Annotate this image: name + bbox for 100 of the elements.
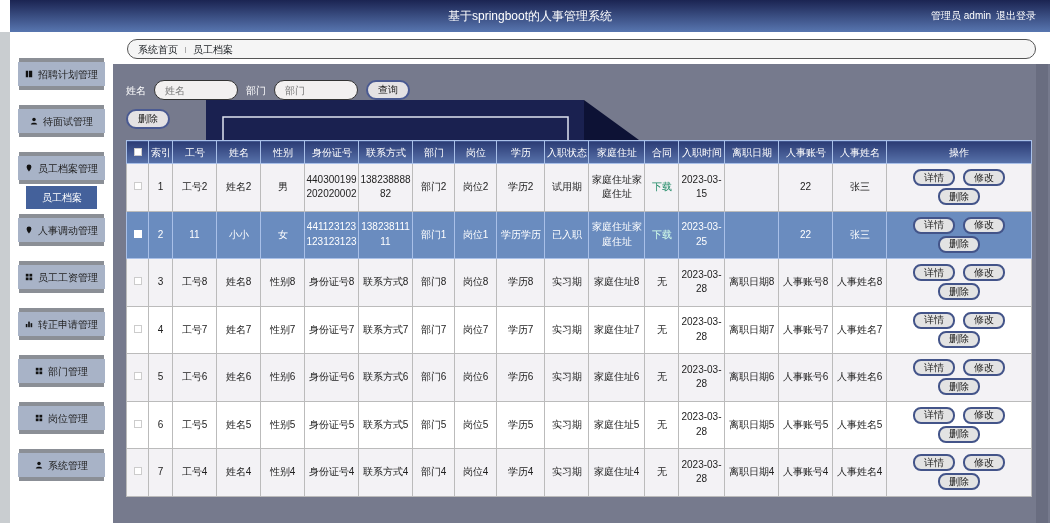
action-button[interactable]: 修改 <box>963 264 1005 282</box>
delete-button[interactable]: 删除 <box>126 109 170 129</box>
table-cell: 性别4 <box>269 466 296 477</box>
table-cell: 11 <box>189 228 200 240</box>
table-cell: 实习期 <box>551 323 582 335</box>
action-button[interactable]: 修改 <box>963 359 1005 377</box>
table-cell: 岗位8 <box>462 276 489 287</box>
action-button[interactable]: 修改 <box>963 311 1005 329</box>
row-checkbox[interactable] <box>133 419 142 428</box>
input-field[interactable]: 部门 <box>274 80 358 100</box>
action-button[interactable]: 详情 <box>913 311 955 329</box>
action-button[interactable]: 删除 <box>938 330 980 348</box>
action-button[interactable]: 删除 <box>938 378 980 396</box>
table-cell: 小小 <box>228 228 249 240</box>
row-checkbox[interactable] <box>133 324 142 333</box>
submenu-item[interactable]: 员工档案 <box>26 186 97 209</box>
row-checkbox[interactable] <box>133 277 142 285</box>
user-label: 管理员 admin <box>931 9 991 23</box>
action-button[interactable]: 详情 <box>913 264 955 282</box>
table-cell: 2023-03-15 <box>681 173 722 200</box>
table-cell: 联系方式7 <box>362 323 409 335</box>
table-cell: 女 <box>277 228 288 240</box>
table-cell: 人事姓名4 <box>836 466 883 477</box>
table-cell: 姓名6 <box>225 371 252 382</box>
table-cell: 部门2 <box>420 181 447 192</box>
table-cell: 1 <box>157 181 164 192</box>
table-cell: 13823888882 <box>360 173 411 200</box>
input-field[interactable]: 姓名 <box>154 80 238 100</box>
table-cell: 6 <box>157 418 164 430</box>
table-cell: 岗位6 <box>462 371 489 382</box>
row-checkbox[interactable] <box>133 182 142 190</box>
action-button[interactable]: 详情 <box>913 169 955 187</box>
action-button[interactable]: 修改 <box>963 216 1005 234</box>
action-button[interactable]: 删除 <box>938 235 980 253</box>
table-cell: 性别6 <box>269 371 296 382</box>
grid-icon <box>25 273 33 281</box>
action-button[interactable]: 修改 <box>963 169 1005 187</box>
search-button[interactable]: 查询 <box>366 80 410 100</box>
action-button[interactable]: 删除 <box>938 425 980 443</box>
table-cell: 工号5 <box>181 418 208 430</box>
action-button[interactable]: 修改 <box>963 406 1005 424</box>
table-cell: 姓名5 <box>225 418 252 430</box>
table-cell: 人事账号7 <box>782 323 829 335</box>
column-header: 部门 <box>423 146 444 158</box>
table-cell: 2023-03-28 <box>681 316 722 342</box>
table-cell: 部门6 <box>420 371 447 382</box>
table-cell: 学历学历 <box>500 228 541 240</box>
breadcrumb-link[interactable]: 员工档案 <box>193 41 233 57</box>
table-cell: 家庭住址6 <box>593 371 640 382</box>
table-cell: 张三 <box>849 181 870 192</box>
breadcrumb-link[interactable]: 系统首页 <box>138 41 178 57</box>
logout-link[interactable]: 退出登录 <box>996 8 1036 23</box>
action-button[interactable]: 删除 <box>938 188 980 206</box>
table-cell: 2023-03-28 <box>681 458 722 485</box>
table-cell: 学历6 <box>507 371 534 382</box>
table-cell: 2023-03-28 <box>681 411 722 437</box>
table-cell: 家庭住址4 <box>593 466 640 477</box>
download-link[interactable]: 下载 <box>651 181 672 192</box>
table-cell: 实习期 <box>551 371 582 382</box>
action-button[interactable]: 详情 <box>913 454 955 472</box>
field-label: 姓名 <box>126 83 146 98</box>
scrollbar[interactable] <box>1036 64 1048 523</box>
table-cell: 2023-03-28 <box>681 363 722 390</box>
table-cell: 工号4 <box>181 466 208 477</box>
action-button[interactable]: 详情 <box>913 216 955 234</box>
table-cell: 试用期 <box>551 181 582 192</box>
table-cell: 人事姓名7 <box>836 323 883 335</box>
table-cell: 岗位1 <box>462 228 489 240</box>
table-cell: 人事姓名5 <box>836 418 883 430</box>
select-all-checkbox[interactable] <box>133 147 142 156</box>
table-cell: 无 <box>656 466 667 477</box>
table-cell: 家庭住址5 <box>593 418 640 430</box>
table-cell: 2023-03-28 <box>681 268 722 295</box>
action-button[interactable]: 详情 <box>913 406 955 424</box>
column-header: 家庭住址 <box>596 146 637 158</box>
table-cell: 实习期 <box>551 276 582 287</box>
action-button[interactable]: 修改 <box>963 454 1005 472</box>
column-header: 学历 <box>510 146 531 158</box>
table-cell: 22 <box>799 181 812 192</box>
row-checkbox[interactable] <box>133 467 142 475</box>
table-cell: 学历8 <box>507 276 534 287</box>
table-cell: 部门7 <box>420 323 447 335</box>
table-cell: 男 <box>277 181 288 192</box>
table-cell: 姓名4 <box>225 466 252 477</box>
table-cell: 人事账号5 <box>782 418 829 430</box>
action-button[interactable]: 删除 <box>938 283 980 301</box>
user-icon <box>35 461 43 469</box>
table-cell: 工号2 <box>181 181 208 192</box>
column-header: 身份证号 <box>311 146 352 158</box>
table-cell: 联系方式4 <box>362 466 409 477</box>
table-cell: 岗位7 <box>462 323 489 335</box>
table-cell: 实习期 <box>551 466 582 477</box>
bar-chart-icon <box>25 320 33 328</box>
action-button[interactable]: 删除 <box>938 473 980 491</box>
grid-icon <box>35 414 43 422</box>
field-label: 部门 <box>246 83 266 98</box>
row-checkbox[interactable] <box>133 372 142 380</box>
column-header: 人事姓名 <box>839 146 880 158</box>
action-button[interactable]: 详情 <box>913 359 955 377</box>
table-cell: 岗位2 <box>462 181 489 192</box>
